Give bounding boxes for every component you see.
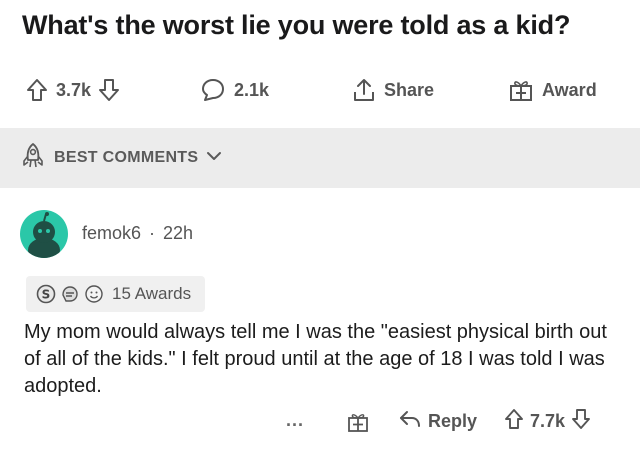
comment-icon — [200, 77, 226, 103]
post-action-bar: 3.7k 2.1k Share Award — [0, 70, 640, 110]
award-button[interactable]: Award — [508, 70, 597, 110]
sort-label: BEST COMMENTS — [54, 149, 199, 166]
comment-vote-count: 7.7k — [530, 411, 566, 431]
downvote-icon[interactable] — [571, 408, 591, 435]
helpful-award-icon — [60, 284, 80, 304]
comments-button[interactable]: 2.1k — [200, 70, 269, 110]
svg-text:S: S — [42, 288, 51, 302]
post-title: What's the worst lie you were told as a … — [22, 10, 571, 40]
author-name[interactable]: femok6 — [82, 223, 141, 244]
share-icon — [352, 77, 376, 103]
award-label: Award — [542, 79, 597, 100]
reply-icon — [398, 408, 422, 435]
reply-label: Reply — [428, 411, 478, 431]
comment-body: My mom would always tell me I was the "e… — [24, 321, 607, 397]
gift-icon[interactable] — [346, 410, 370, 439]
avatar[interactable] — [20, 210, 68, 258]
comment-vote-group: 7.7k — [504, 408, 591, 435]
comment-time: 22h — [163, 223, 194, 243]
comment-action-bar: ... Reply 7.7k — [0, 408, 640, 438]
silver-award-icon: S — [36, 284, 56, 304]
post-vote-group: 3.7k — [26, 70, 120, 110]
more-options-button[interactable]: ... — [286, 410, 304, 431]
gift-icon — [508, 77, 534, 103]
comment-count: 2.1k — [234, 79, 270, 100]
rocket-icon — [20, 142, 46, 175]
wholesome-award-icon — [84, 284, 104, 304]
comment-meta: femok6 · 22h — [82, 223, 193, 244]
upvote-icon[interactable] — [26, 78, 48, 102]
meta-separator: · — [149, 223, 156, 243]
upvote-icon[interactable] — [504, 408, 524, 435]
comment-sort-dropdown[interactable]: BEST COMMENTS — [0, 128, 640, 188]
awards-count: 15 Awards — [112, 284, 192, 303]
awards-badge[interactable]: S 15 Awards — [26, 276, 206, 312]
post-vote-count: 3.7k — [56, 79, 92, 100]
downvote-icon[interactable] — [98, 78, 120, 102]
chevron-down-icon — [206, 149, 222, 167]
share-button[interactable]: Share — [352, 70, 434, 110]
share-label: Share — [384, 79, 435, 100]
reply-button[interactable]: Reply — [398, 408, 477, 435]
comment: femok6 · 22h S 15 Awards My mom would al… — [0, 188, 640, 456]
